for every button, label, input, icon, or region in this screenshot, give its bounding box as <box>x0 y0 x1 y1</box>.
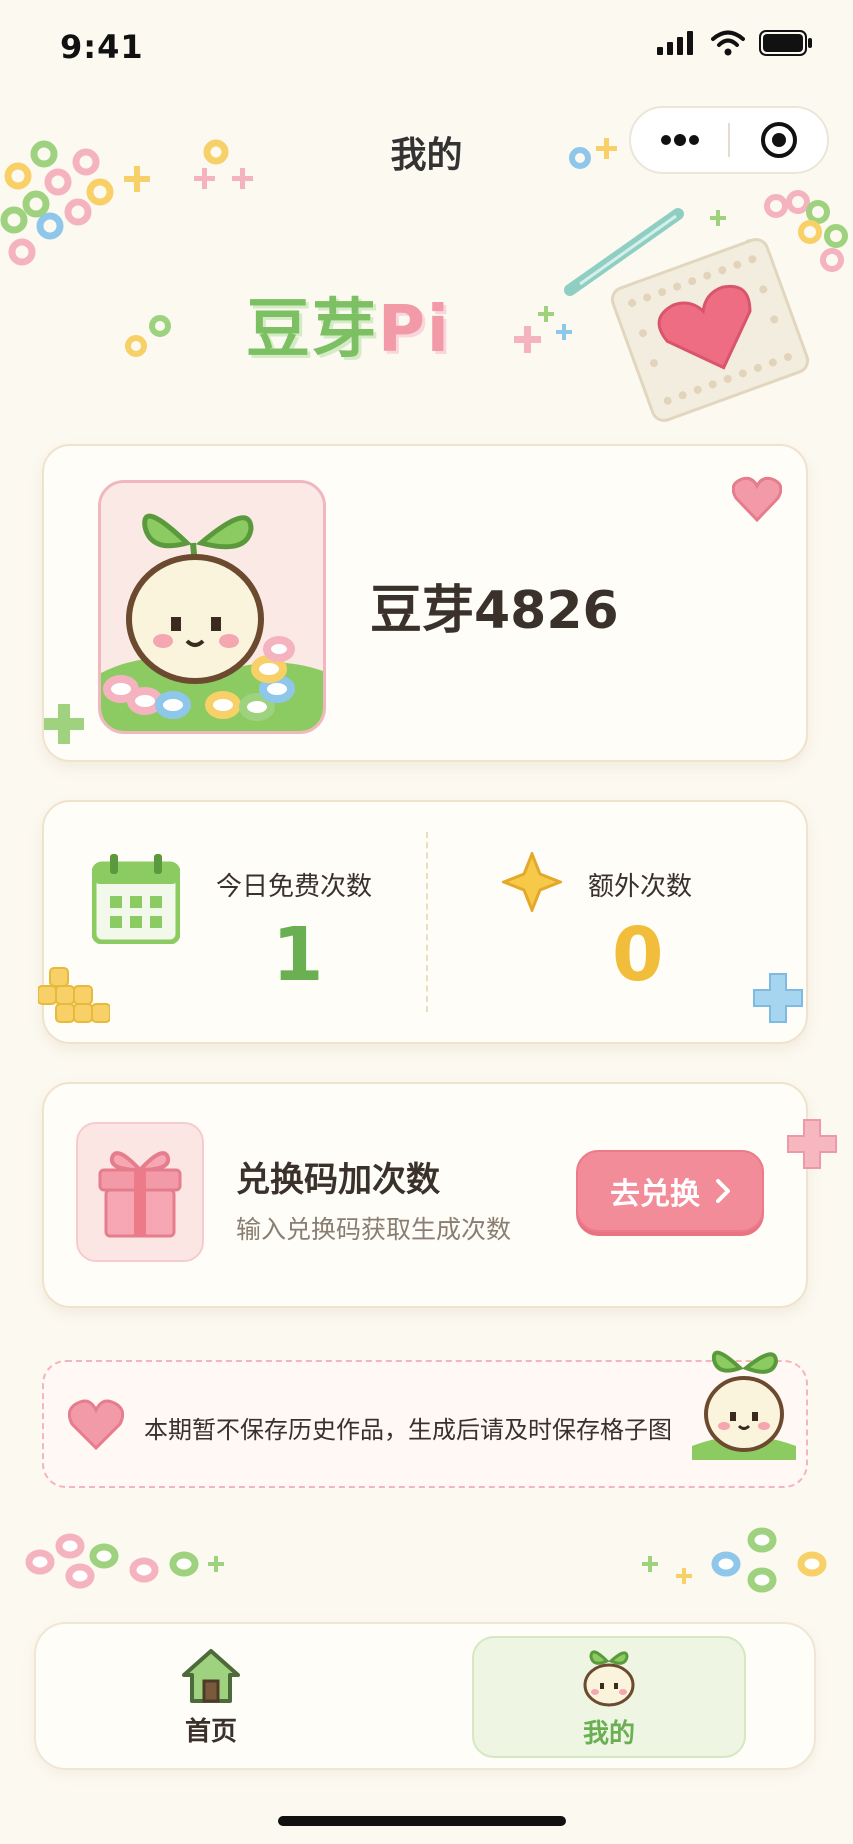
free-count-value: 1 <box>272 912 324 998</box>
sprout-mascot-small-icon <box>692 1350 796 1460</box>
sprout-icon <box>583 1649 635 1706</box>
chevron-right-icon <box>716 1179 730 1203</box>
calendar-icon <box>92 854 180 944</box>
redeem-button-label: 去兑换 <box>610 1177 700 1212</box>
heart-icon <box>732 476 782 522</box>
tab-home-label: 首页 <box>184 1716 237 1747</box>
logo-sparkles <box>125 306 572 357</box>
yellow-blocks-decoration <box>38 967 110 1023</box>
wifi-icon <box>711 30 745 56</box>
home-icon <box>182 1648 240 1703</box>
beads-decoration-top-left <box>0 139 253 266</box>
plus-sparkle-icon <box>44 704 84 744</box>
pegboard-decoration <box>564 138 848 422</box>
profile-card: 豆芽4826 <box>42 444 808 762</box>
tab-home[interactable]: 首页 <box>96 1636 326 1758</box>
free-count-label: 今日免费次数 <box>216 872 373 902</box>
tab-mine[interactable]: 我的 <box>472 1636 746 1758</box>
stats-divider <box>426 832 428 1012</box>
stats-card: 今日免费次数 1 额外次数 0 <box>38 800 808 1044</box>
pink-plus-decoration <box>787 1119 837 1169</box>
beads-decoration-bottom <box>25 1527 827 1593</box>
signal-icon <box>657 31 693 55</box>
redeem-card: 兑换码加次数 输入兑换码获取生成次数 去兑换 <box>42 1082 837 1308</box>
notice-banner: 本期暂不保存历史作品，生成后请及时保存格子图 <box>42 1350 808 1488</box>
status-time: 9:41 <box>60 28 144 66</box>
gift-icon <box>98 1151 182 1238</box>
extra-count-value: 0 <box>612 912 664 998</box>
battery-icon <box>759 30 812 56</box>
tab-mine-label: 我的 <box>582 1718 635 1749</box>
heart-icon <box>68 1399 124 1450</box>
gift-icon-container <box>76 1122 204 1262</box>
home-indicator <box>278 1816 566 1826</box>
redeem-description: 输入兑换码获取生成次数 <box>236 1215 512 1244</box>
avatar[interactable] <box>98 480 326 734</box>
username: 豆芽4826 <box>370 581 619 641</box>
tab-bar: 首页 我的 <box>34 1622 816 1770</box>
status-icons <box>657 30 813 56</box>
sparkle-icon <box>502 852 562 912</box>
notice-text: 本期暂不保存历史作品，生成后请及时保存格子图 <box>144 1416 672 1444</box>
sprout-mascot-icon <box>101 483 323 731</box>
redeem-title: 兑换码加次数 <box>236 1160 440 1200</box>
redeem-button[interactable]: 去兑换 <box>576 1150 764 1232</box>
extra-count-label: 额外次数 <box>588 872 693 902</box>
blue-plus-decoration <box>753 973 803 1023</box>
